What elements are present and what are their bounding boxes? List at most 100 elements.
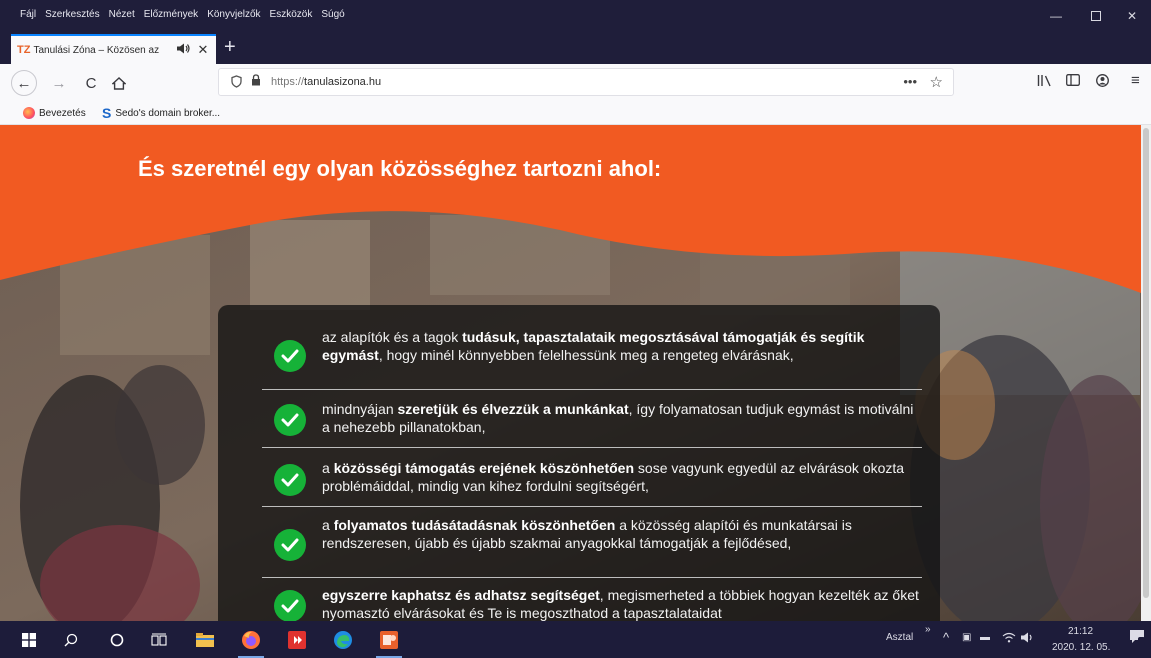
check-icon: [274, 590, 306, 621]
check-icon-glyph: [281, 413, 299, 427]
maximize-icon[interactable]: [1077, 0, 1115, 31]
bookmark-label: Bevezetés: [39, 107, 86, 119]
list-item-text: egyszerre kaphatsz és adhatsz segítséget…: [322, 586, 922, 621]
page-content: És szeretnél egy olyan közösséghez tarto…: [0, 125, 1141, 621]
check-icon: [274, 464, 306, 496]
url-bar[interactable]: https://tanulasizona.hu ••• ☆: [218, 68, 954, 96]
speaker-icon[interactable]: [177, 43, 191, 57]
sidebar-icon-glyph: [1066, 74, 1080, 86]
notification-icon-glyph: [1130, 630, 1145, 645]
list-item: a közösségi támogatás erejének köszönhet…: [262, 459, 922, 496]
item-text-bold: szeretjük és élvezzük a munkánkat: [397, 401, 629, 417]
tab-favicon: TZ: [17, 44, 31, 56]
media-app-glyph: [288, 630, 306, 649]
task-view-icon[interactable]: [140, 621, 178, 658]
menu-bar: Fájl Szerkesztés Nézet Előzmények Könyvjelző…: [0, 0, 1151, 31]
divider: [262, 389, 922, 390]
media-app-icon[interactable]: [278, 621, 316, 658]
shield-icon-glyph: [231, 75, 242, 88]
cortana-icon[interactable]: [98, 621, 136, 658]
menu-item[interactable]: Előzmények: [144, 9, 198, 20]
menu-item[interactable]: Eszközök: [270, 9, 313, 20]
tab-active[interactable]: TZ Tanulási Zóna – Közösen az ✕: [11, 34, 216, 64]
list-item-text: a folyamatos tudásátadásnak köszönhetően…: [322, 516, 922, 552]
network-icon[interactable]: [1002, 632, 1016, 646]
clock-date[interactable]: 2020. 12. 05.: [1052, 642, 1110, 653]
maximize-icon-glyph: [1091, 10, 1101, 21]
menu-item[interactable]: Fájl: [20, 9, 36, 20]
list-item: egyszerre kaphatsz és adhatsz segítséget…: [262, 586, 922, 621]
bookmark-sedo[interactable]: S Sedo's domain broker...: [102, 105, 221, 121]
battery-icon[interactable]: ▬: [980, 632, 990, 643]
shield-icon[interactable]: [231, 75, 242, 91]
menu-item[interactable]: Könyvjelzők: [207, 9, 260, 20]
menu-item[interactable]: Szerkesztés: [45, 9, 99, 20]
close-window-icon[interactable]: ✕: [1113, 0, 1151, 31]
item-text-pre: a: [322, 460, 334, 476]
notification-center-icon[interactable]: [1129, 629, 1145, 649]
check-icon: [274, 529, 306, 561]
list-item-text: a közösségi támogatás erejének köszönhet…: [322, 459, 922, 495]
tray-expand-chevron-up-icon[interactable]: ^: [943, 630, 949, 645]
bookmark-label: Sedo's domain broker...: [115, 107, 221, 119]
firefox-taskbar-icon[interactable]: [232, 621, 270, 658]
check-icon-glyph: [281, 349, 299, 363]
file-explorer-icon[interactable]: [186, 621, 224, 658]
check-icon-glyph: [281, 473, 299, 487]
home-icon-glyph: [112, 76, 126, 90]
item-text-bold: egyszerre kaphatsz és adhatsz segítséget: [322, 587, 600, 603]
bookmark-star-icon[interactable]: ☆: [930, 73, 943, 91]
powerpoint-icon[interactable]: [370, 621, 408, 658]
menu-item[interactable]: Nézet: [109, 9, 135, 20]
toolbar-overflow-chevron[interactable]: »: [925, 624, 931, 635]
item-text-pre: az alapítók és a tagok: [322, 329, 463, 345]
bookmarks-bar: Bevezetés S Sedo's domain broker...: [0, 101, 1151, 125]
library-icon[interactable]: [1037, 74, 1052, 90]
navigation-bar: ← → C https://tanulasizona.hu ••• ☆ ≡: [0, 64, 1151, 101]
powerpoint-logo-glyph: [380, 630, 398, 649]
sidebar-icon[interactable]: [1066, 74, 1080, 89]
minimize-icon[interactable]: —: [1037, 0, 1075, 31]
forward-arrow-icon[interactable]: →: [46, 70, 72, 96]
reload-icon[interactable]: C: [78, 70, 104, 96]
page-actions-icon[interactable]: •••: [903, 74, 917, 89]
benefits-panel: az alapítók és a tagok tudásuk, tapaszta…: [218, 305, 940, 621]
check-icon: [274, 404, 306, 436]
firefox-icon: [23, 107, 35, 119]
search-icon-glyph: [64, 633, 78, 646]
volume-icon-glyph: [1021, 632, 1032, 643]
start-windows-icon[interactable]: [10, 621, 48, 658]
hamburger-menu-icon[interactable]: ≡: [1131, 72, 1140, 89]
url-text: https://tanulasizona.hu: [271, 76, 381, 88]
task-view-icon-glyph: [151, 633, 167, 646]
network-icon-glyph: [1002, 632, 1016, 643]
item-text-bold: folyamatos tudásátadásnak köszönhetően: [333, 517, 616, 533]
item-text-pre: a: [322, 517, 334, 533]
volume-icon[interactable]: [1021, 632, 1035, 646]
firefox-logo-glyph: [242, 630, 260, 649]
home-icon[interactable]: [106, 70, 132, 96]
edge-icon[interactable]: [324, 621, 362, 658]
account-icon[interactable]: [1096, 74, 1109, 90]
desktop-toolbar-label[interactable]: Asztal: [886, 632, 913, 643]
close-tab-icon[interactable]: ✕: [197, 42, 208, 58]
back-arrow-icon[interactable]: ←: [11, 70, 37, 96]
list-item: a folyamatos tudásátadásnak köszönhetően…: [262, 516, 922, 572]
list-item: az alapítók és a tagok tudásuk, tapaszta…: [262, 328, 922, 384]
speaker-icon-glyph: [177, 43, 191, 54]
bookmark-bevezetes[interactable]: Bevezetés: [23, 107, 86, 119]
screen: Fájl Szerkesztés Nézet Előzmények Könyvjelző…: [0, 0, 1151, 658]
tray-app-icon[interactable]: ▣: [962, 632, 971, 643]
page-title: És szeretnél egy olyan közösséghez tarto…: [138, 156, 662, 181]
clock-time[interactable]: 21:12: [1068, 626, 1093, 637]
cortana-icon-glyph: [110, 633, 124, 646]
search-icon[interactable]: [52, 621, 90, 658]
scrollbar-thumb[interactable]: [1143, 128, 1149, 598]
new-tab-plus-icon[interactable]: +: [224, 37, 236, 57]
lock-icon[interactable]: [251, 74, 261, 89]
edge-logo-glyph: [334, 630, 352, 649]
item-text-post: , hogy minél könnyebben felelhessünk meg…: [378, 347, 794, 363]
sedo-icon: S: [102, 105, 112, 121]
divider: [262, 447, 922, 448]
menu-item[interactable]: Súgó: [321, 9, 344, 20]
